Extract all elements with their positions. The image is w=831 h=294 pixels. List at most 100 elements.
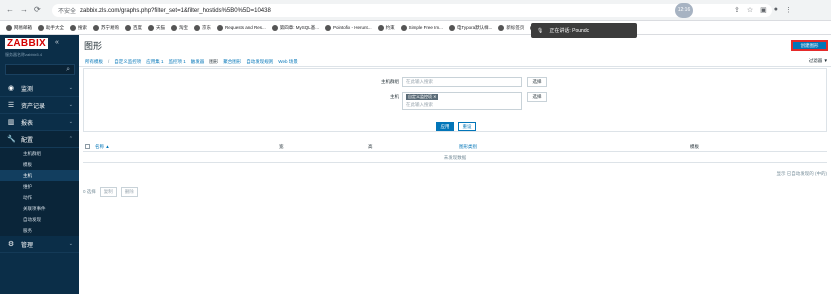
zabbix-logo[interactable]: ZABBIX bbox=[5, 38, 49, 49]
extension-icon[interactable]: ▣ bbox=[760, 6, 767, 14]
host-group-select-button[interactable]: 选择 bbox=[527, 77, 547, 87]
subnav-screens[interactable]: 聚合图形 bbox=[223, 59, 241, 65]
menu-icon[interactable]: ⋮ bbox=[785, 6, 792, 14]
star-icon[interactable]: ☆ bbox=[747, 6, 753, 14]
subnav-web[interactable]: Web 场景 bbox=[278, 59, 297, 65]
host-select-button[interactable]: 选择 bbox=[527, 92, 547, 102]
submenu-services[interactable]: 服务 bbox=[0, 225, 79, 236]
bookmark-item[interactable]: 助手大全 bbox=[38, 24, 64, 31]
col-width: 宽 bbox=[279, 144, 284, 149]
subnav-all-templates[interactable]: 所有模板 bbox=[85, 59, 103, 65]
bookmark-icon bbox=[6, 24, 12, 31]
host-chip[interactable]: 自定义监控项 ✕ bbox=[406, 94, 439, 100]
menu-label: 管理 bbox=[21, 242, 34, 249]
subnav-graphs[interactable]: 图形 bbox=[209, 59, 218, 65]
close-icon[interactable]: ✕ bbox=[433, 94, 436, 99]
bookmark-icon bbox=[448, 24, 455, 31]
menu-label: 资产记录 bbox=[21, 103, 46, 110]
chevron-up-icon: ⌃ bbox=[68, 136, 73, 142]
reload-icon[interactable]: ⟳ bbox=[34, 5, 41, 14]
subnav-template[interactable]: 自定义监控项 bbox=[114, 59, 141, 65]
subnav-applications[interactable]: 应用集 1 bbox=[146, 59, 163, 65]
subnav-triggers[interactable]: 触发器 bbox=[191, 59, 205, 65]
bookmark-item[interactable]: 第四章: MySQL基... bbox=[271, 24, 319, 31]
menu-inventory[interactable]: ☰ 资产记录 ⌄ bbox=[0, 97, 79, 114]
bookmarks-bar: 网易邮箱 助手大全 搜索 苏宁易购 百度 天猫 淘宝 京东 Requests and Res..… bbox=[0, 21, 831, 35]
bookmark-label: 天猫 bbox=[156, 24, 165, 30]
share-icon[interactable]: ⇪ bbox=[734, 6, 740, 14]
submenu-templates[interactable]: 模板 bbox=[0, 159, 79, 170]
url-text: zabbix.zls.com/graphs.php?filter_set=1&f… bbox=[80, 7, 271, 14]
chevron-down-icon: ⌄ bbox=[68, 241, 73, 247]
bookmark-item[interactable]: Simple Free Im... bbox=[400, 24, 443, 31]
host-group-input[interactable]: 在此输入搜索 bbox=[402, 77, 522, 87]
col-name[interactable]: 名称 ▲ bbox=[95, 144, 110, 150]
main-content: 图形 创建图形 所有模板 / 自定义监控项 应用集 1 监控项 1 触发器 图形 … bbox=[79, 35, 831, 294]
col-height: 高 bbox=[368, 144, 373, 149]
subnav-discovery[interactable]: 自动发现规则 bbox=[246, 59, 273, 65]
bookmark-item[interactable]: 搜索 bbox=[70, 24, 87, 31]
chevron-down-icon: ⌄ bbox=[68, 102, 73, 108]
bookmark-item[interactable]: 天猫 bbox=[148, 24, 165, 31]
bookmark-icon bbox=[377, 24, 384, 31]
bookmark-item[interactable]: 百度 bbox=[125, 24, 142, 31]
bookmark-item[interactable]: 网易邮箱 bbox=[6, 24, 32, 31]
bulk-actions: 0 选择 复制 删除 bbox=[83, 187, 138, 197]
address-bar[interactable]: 不安全 zabbix.zls.com/graphs.php?filter_set… bbox=[52, 4, 772, 17]
bookmark-icon bbox=[171, 24, 177, 31]
menu-reports[interactable]: ▥ 报表 ⌄ bbox=[0, 114, 79, 131]
delete-button[interactable]: 删除 bbox=[120, 187, 138, 197]
menu-configuration[interactable]: 🔧 配置 ⌃ bbox=[0, 131, 79, 148]
submenu-maintenance[interactable]: 维护 bbox=[0, 181, 79, 192]
bookmark-label: 苏宁易购 bbox=[101, 24, 119, 30]
profile-icon[interactable]: ● bbox=[774, 6, 778, 14]
browser-toolbar: ← → ⟳ 不安全 zabbix.zls.com/graphs.php?filt… bbox=[0, 0, 831, 21]
server-name: 服务器名称zabbix5.4 bbox=[5, 52, 43, 57]
submenu-hosts[interactable]: 主机 bbox=[0, 170, 79, 181]
col-graph-type[interactable]: 图形类别 bbox=[459, 144, 477, 150]
filter-tab[interactable]: 过滤器 ▼ bbox=[809, 58, 828, 64]
sidebar: ZABBIX « 服务器名称zabbix5.4 ⌕ ◉ 监测 ⌄ ☰ 资产记录 ⌄ ▥ 报… bbox=[0, 35, 79, 294]
bookmark-item[interactable]: 约束 bbox=[377, 24, 395, 31]
bookmark-icon bbox=[148, 24, 154, 31]
bookmark-item[interactable]: 淘宝 bbox=[171, 24, 188, 31]
sidebar-search[interactable]: ⌕ bbox=[5, 64, 75, 75]
menu-administration[interactable]: ⚙ 管理 ⌄ bbox=[0, 236, 79, 253]
bookmark-item[interactable]: Pointofix - Herunt... bbox=[325, 24, 372, 31]
filter-tab-label: 过滤器 bbox=[808, 58, 823, 63]
bookmark-icon bbox=[93, 24, 99, 31]
filter-panel: 主机群组 在此输入搜索 选择 主机 自定义监控项 ✕ 在此输入搜索 选择 应用 … bbox=[83, 68, 827, 132]
submenu-host-groups[interactable]: 主机群组 bbox=[0, 148, 79, 159]
bookmark-label: 淘宝 bbox=[179, 24, 188, 30]
bookmark-icon bbox=[400, 24, 407, 31]
bookmark-label: 京东 bbox=[202, 24, 211, 30]
search-icon[interactable]: ⌕ bbox=[66, 66, 70, 74]
bookmark-item[interactable]: 电Typora默认样... bbox=[448, 24, 492, 31]
create-graph-button[interactable]: 创建图形 bbox=[791, 40, 828, 51]
bookmark-label: 网易邮箱 bbox=[14, 24, 32, 30]
bookmark-label: Pointofix - Herunt... bbox=[333, 25, 372, 30]
menu-monitoring[interactable]: ◉ 监测 ⌄ bbox=[0, 80, 79, 97]
bookmark-item[interactable]: 新标签页 bbox=[498, 24, 524, 31]
apply-button[interactable]: 应用 bbox=[436, 122, 454, 131]
submenu-discovery[interactable]: 自动发现 bbox=[0, 214, 79, 225]
back-icon[interactable]: ← bbox=[6, 5, 14, 14]
subnav-items[interactable]: 监控项 1 bbox=[169, 59, 186, 65]
bookmark-label: 约束 bbox=[385, 24, 395, 30]
reset-button[interactable]: 重设 bbox=[458, 122, 476, 131]
submenu-event-correlation[interactable]: 关联项事件 bbox=[0, 203, 79, 214]
bookmark-item[interactable]: Requests and Res... bbox=[217, 24, 266, 31]
select-all-checkbox[interactable] bbox=[85, 144, 90, 149]
filter-icon: ▼ bbox=[823, 58, 828, 63]
collapse-icon[interactable]: « bbox=[55, 39, 59, 46]
bookmark-item[interactable]: 京东 bbox=[194, 24, 211, 31]
bookmark-item[interactable]: 苏宁易购 bbox=[93, 24, 119, 31]
copy-button[interactable]: 复制 bbox=[99, 187, 117, 197]
submenu-actions[interactable]: 动作 bbox=[0, 192, 79, 203]
host-input[interactable]: 自定义监控项 ✕ 在此输入搜索 bbox=[402, 92, 522, 110]
bookmark-label: 搜索 bbox=[78, 24, 87, 30]
bookmark-icon bbox=[325, 24, 332, 31]
forward-icon[interactable]: → bbox=[20, 5, 28, 14]
menu-label: 监测 bbox=[21, 86, 34, 93]
page-title: 图形 bbox=[84, 41, 103, 51]
